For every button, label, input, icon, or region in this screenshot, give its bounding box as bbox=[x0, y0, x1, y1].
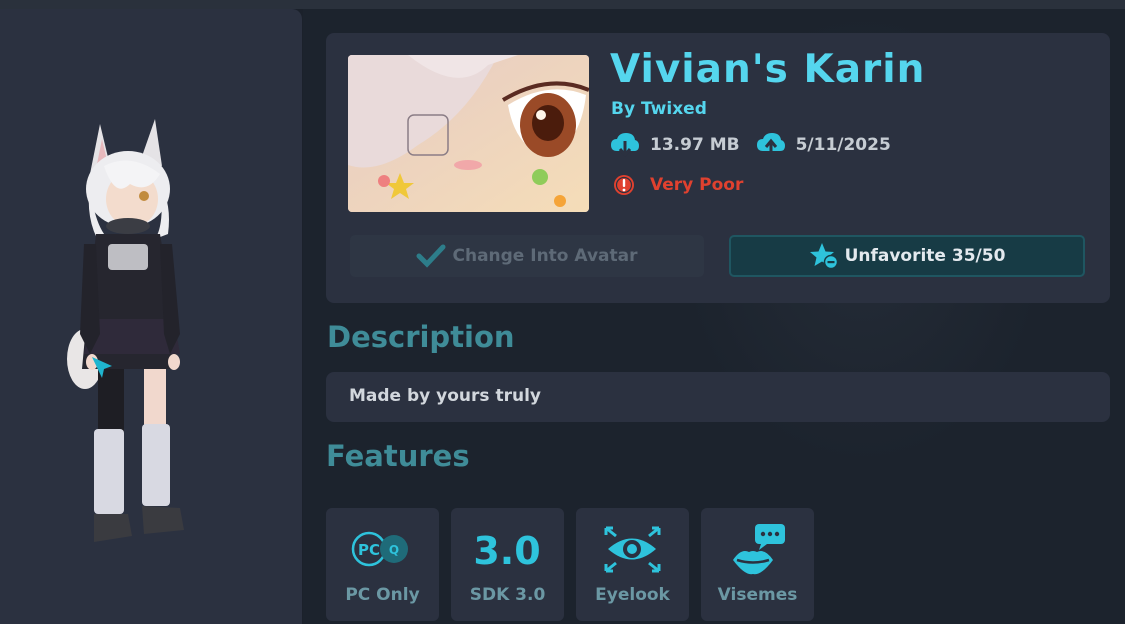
description-heading: Description bbox=[327, 320, 515, 354]
cloud-upload-icon bbox=[756, 133, 785, 157]
feature-label: SDK 3.0 bbox=[469, 585, 546, 605]
avatar-meta-row: 13.97 MB 5/11/2025 bbox=[610, 131, 891, 159]
quest-icon-text: Q bbox=[389, 543, 399, 557]
unfavorite-button[interactable]: Unfavorite 35/50 bbox=[729, 235, 1085, 277]
avatar-3d-preview[interactable] bbox=[60, 104, 210, 554]
sdk-version-icon: 3.0 bbox=[473, 529, 540, 573]
feature-visemes[interactable]: Visemes bbox=[701, 508, 814, 621]
eye-tracking-icon bbox=[604, 526, 661, 573]
feature-sdk-version[interactable]: 3.0 SDK 3.0 bbox=[451, 508, 564, 621]
star-remove-icon bbox=[809, 243, 838, 270]
avatar-thumbnail bbox=[348, 55, 589, 212]
feature-label: Eyelook bbox=[595, 585, 670, 605]
sdk-icon-text: 3.0 bbox=[473, 529, 540, 573]
avatar-preview-panel[interactable] bbox=[0, 9, 302, 624]
lips-speech-icon bbox=[733, 524, 785, 575]
checkmark-icon bbox=[416, 244, 446, 268]
avatar-info-card: Vivian's Karin By Twixed 13.97 MB 5/11/2… bbox=[326, 33, 1110, 303]
updated-date: 5/11/2025 bbox=[795, 135, 891, 155]
feature-pc-only[interactable]: PC Q PC Only bbox=[326, 508, 439, 621]
top-bar bbox=[0, 0, 1125, 9]
warning-circle-icon bbox=[614, 175, 634, 195]
performance-label: Very Poor bbox=[650, 175, 744, 195]
avatar-name: Vivian's Karin bbox=[610, 47, 926, 92]
unfavorite-label: Unfavorite 35/50 bbox=[844, 246, 1006, 266]
feature-label: PC Only bbox=[345, 585, 420, 605]
file-size: 13.97 MB bbox=[650, 135, 740, 155]
pc-quest-icon: PC Q bbox=[351, 531, 408, 567]
description-text: Made by yours truly bbox=[349, 386, 541, 406]
features-heading: Features bbox=[326, 439, 470, 473]
feature-eyelook[interactable]: Eyelook bbox=[576, 508, 689, 621]
description-box: Made by yours truly bbox=[326, 372, 1110, 422]
cloud-download-icon bbox=[611, 133, 639, 158]
pc-icon-text: PC bbox=[358, 541, 380, 559]
performance-rating[interactable]: Very Poor bbox=[612, 172, 743, 198]
feature-label: Visemes bbox=[717, 585, 798, 605]
avatar-author[interactable]: By Twixed bbox=[611, 99, 707, 119]
change-into-avatar-button[interactable]: Change Into Avatar bbox=[350, 235, 704, 277]
change-into-avatar-label: Change Into Avatar bbox=[452, 246, 638, 266]
